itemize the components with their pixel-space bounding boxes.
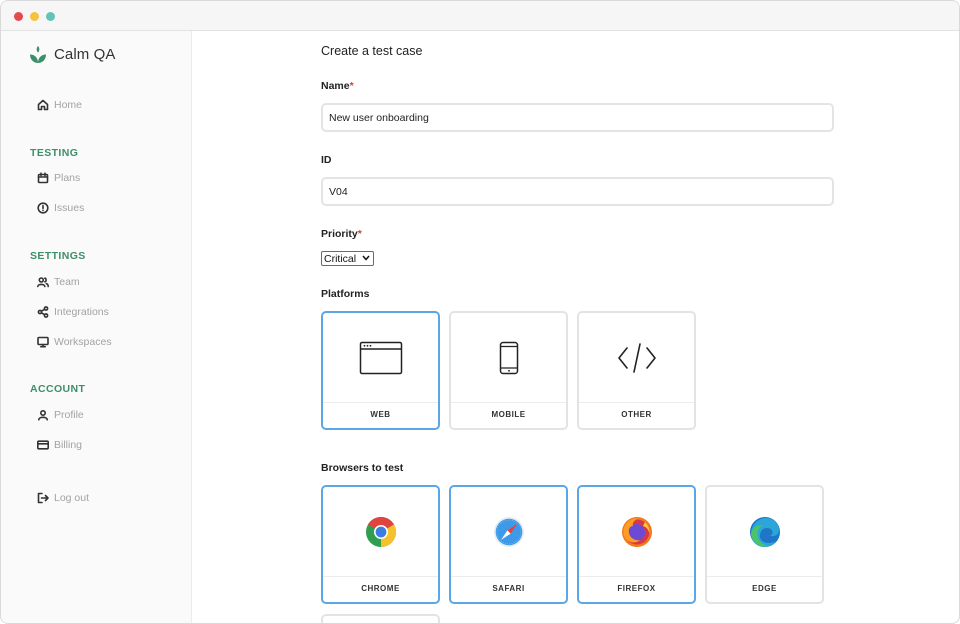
card-divider xyxy=(707,576,822,577)
platform-card-web[interactable]: WEB xyxy=(321,311,440,430)
home-icon xyxy=(37,99,49,111)
maximize-window-button[interactable] xyxy=(46,12,55,21)
browser-card-partial[interactable] xyxy=(321,614,440,623)
card-icon-area xyxy=(451,487,566,576)
logout-label: Log out xyxy=(54,492,90,504)
title-bar xyxy=(1,1,959,31)
credit-card-icon xyxy=(37,440,49,450)
card-icon-area xyxy=(451,313,566,402)
section-account: ACCOUNT xyxy=(30,383,86,395)
page-title: Create a test case xyxy=(321,44,423,58)
platform-card-other[interactable]: OTHER xyxy=(577,311,696,430)
platform-card-label: WEB xyxy=(370,410,391,419)
sidebar-item-label: Billing xyxy=(54,439,83,451)
card-divider xyxy=(451,402,566,403)
required-mark: * xyxy=(357,228,362,240)
main-content: Create a test case Name* ID Priority* Cr… xyxy=(193,31,959,623)
priority-select-value: Critical xyxy=(324,252,357,265)
minimize-window-button[interactable] xyxy=(30,12,39,21)
name-field[interactable] xyxy=(321,103,834,132)
sidebar-item-label: Profile xyxy=(54,409,84,421)
card-icon-area xyxy=(579,487,694,576)
platform-card-mobile[interactable]: MOBILE xyxy=(449,311,568,430)
sidebar-item-label: Plans xyxy=(54,172,81,184)
safari-icon xyxy=(493,516,524,547)
browser-window-icon xyxy=(359,341,402,374)
browser-card-edge[interactable]: EDGE xyxy=(705,485,824,604)
browser-card-safari[interactable]: SAFARI xyxy=(449,485,568,604)
card-icon-area xyxy=(707,487,822,576)
sidebar-item-label: Team xyxy=(54,276,80,288)
log-out-icon xyxy=(37,492,49,504)
card-icon-area xyxy=(323,313,438,402)
priority-select[interactable]: Critical xyxy=(321,251,374,266)
section-testing: TESTING xyxy=(30,147,79,159)
card-icon-area xyxy=(323,487,438,576)
share-icon xyxy=(37,306,49,318)
edge-icon xyxy=(749,516,780,547)
card-divider xyxy=(451,576,566,577)
user-icon xyxy=(38,409,48,421)
card-divider xyxy=(323,576,438,577)
monitor-icon xyxy=(37,336,49,348)
sprout-logo-icon xyxy=(30,46,46,63)
platform-card-label: OTHER xyxy=(621,410,652,419)
sidebar-item-label: Workspaces xyxy=(54,336,112,348)
browser-card-label: FIREFOX xyxy=(617,584,656,593)
chrome-icon xyxy=(365,516,396,547)
sidebar-item-label: Home xyxy=(54,99,83,111)
brand[interactable]: Calm QA xyxy=(29,44,116,64)
code-icon xyxy=(617,342,656,373)
card-divider xyxy=(323,402,438,403)
sidebar-item-label: Integrations xyxy=(54,306,109,318)
card-divider xyxy=(579,402,694,403)
card-icon-area xyxy=(579,313,694,402)
browser-card-label: CHROME xyxy=(361,584,400,593)
sidebar-item-team[interactable]: Team xyxy=(37,273,80,291)
browser-card-label: EDGE xyxy=(752,584,777,593)
close-window-button[interactable] xyxy=(14,12,23,21)
required-mark: * xyxy=(349,80,354,92)
sidebar-item-workspaces[interactable]: Workspaces xyxy=(37,333,112,351)
name-label-text: Name xyxy=(321,80,350,92)
browser-card-chrome[interactable]: CHROME xyxy=(321,485,440,604)
firefox-icon xyxy=(621,516,652,547)
card-divider xyxy=(579,576,694,577)
sidebar-item-billing[interactable]: Billing xyxy=(37,436,82,454)
browsers-label: Browsers to test xyxy=(321,462,404,474)
logout-button[interactable]: Log out xyxy=(37,489,89,507)
app-window: Calm QA Home TESTING Plans Issues SETTIN… xyxy=(0,0,960,624)
sidebar-item-profile[interactable]: Profile xyxy=(37,406,84,424)
browser-card-label: SAFARI xyxy=(492,584,525,593)
platforms-label: Platforms xyxy=(321,288,370,300)
name-label: Name* xyxy=(321,80,354,92)
users-icon xyxy=(37,277,49,288)
sidebar-item-plans[interactable]: Plans xyxy=(37,169,80,187)
mobile-phone-icon xyxy=(499,341,518,374)
priority-label-text: Priority xyxy=(321,228,358,240)
browser-card-firefox[interactable]: FIREFOX xyxy=(577,485,696,604)
alert-circle-icon xyxy=(37,202,49,214)
sidebar-item-integrations[interactable]: Integrations xyxy=(37,303,109,321)
chevron-down-icon xyxy=(362,255,370,261)
section-settings: SETTINGS xyxy=(30,250,86,262)
priority-label: Priority* xyxy=(321,228,362,240)
id-field[interactable] xyxy=(321,177,834,206)
sidebar-item-home[interactable]: Home xyxy=(37,96,82,114)
id-label: ID xyxy=(321,154,332,166)
sidebar-item-issues[interactable]: Issues xyxy=(37,199,84,217)
calendar-icon xyxy=(37,172,49,184)
sidebar-item-label: Issues xyxy=(54,202,85,214)
app-name: Calm QA xyxy=(54,45,116,63)
sidebar: Calm QA Home TESTING Plans Issues SETTIN… xyxy=(1,31,192,623)
platform-card-label: MOBILE xyxy=(491,410,526,419)
